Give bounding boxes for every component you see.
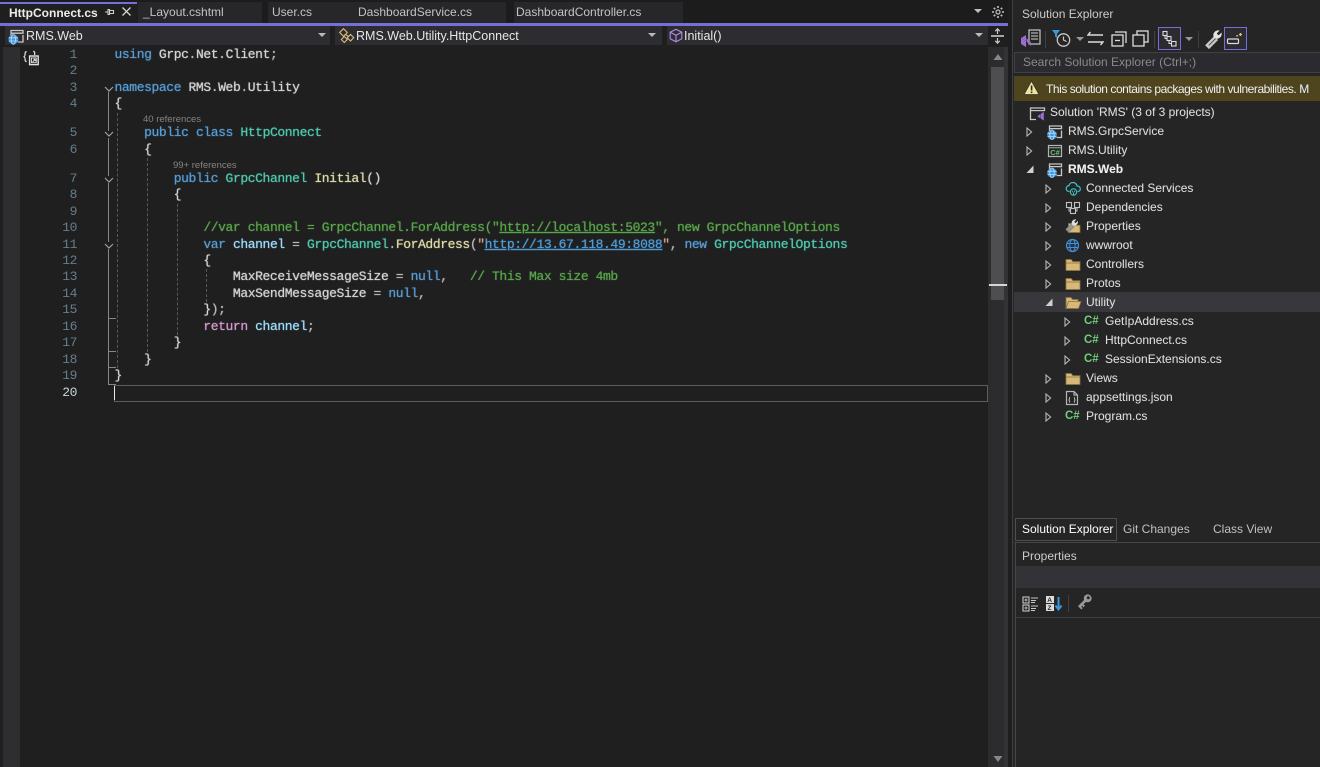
svg-text:Z: Z (1048, 605, 1052, 612)
svg-text:A: A (1047, 597, 1052, 604)
svg-text:C#: C# (1050, 148, 1060, 157)
